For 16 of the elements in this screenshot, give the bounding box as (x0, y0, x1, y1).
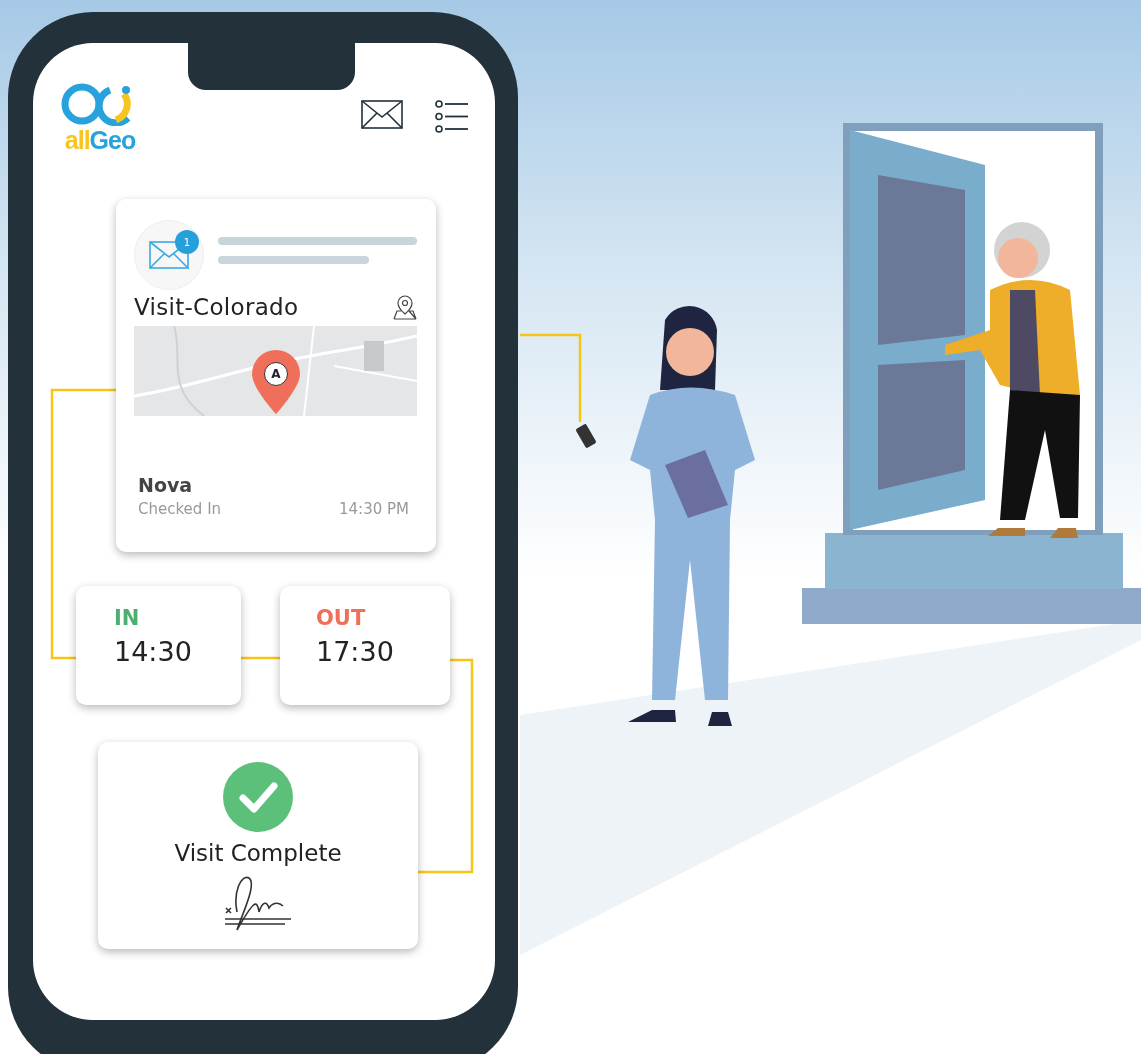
logo-text: allGeo (64, 128, 136, 153)
menu-icon[interactable] (435, 100, 469, 133)
visitor-name: Nova (138, 474, 194, 496)
check-circle-icon (223, 762, 293, 832)
time-value: 14:30 (114, 636, 193, 667)
notification-badge: 1 (175, 230, 199, 254)
completion-label: Visit Complete (174, 840, 342, 866)
check-in-status: Checked In (138, 500, 222, 518)
time-label: IN (114, 606, 141, 630)
mail-icon[interactable] (361, 100, 403, 129)
map-location-icon (393, 294, 417, 320)
time-label: OUT (316, 606, 367, 630)
visit-title: Visit-Colorado (134, 294, 299, 320)
check-in-time: 14:30 PM (339, 500, 409, 518)
time-value: 17:30 (316, 636, 395, 667)
connector-line (241, 656, 280, 660)
